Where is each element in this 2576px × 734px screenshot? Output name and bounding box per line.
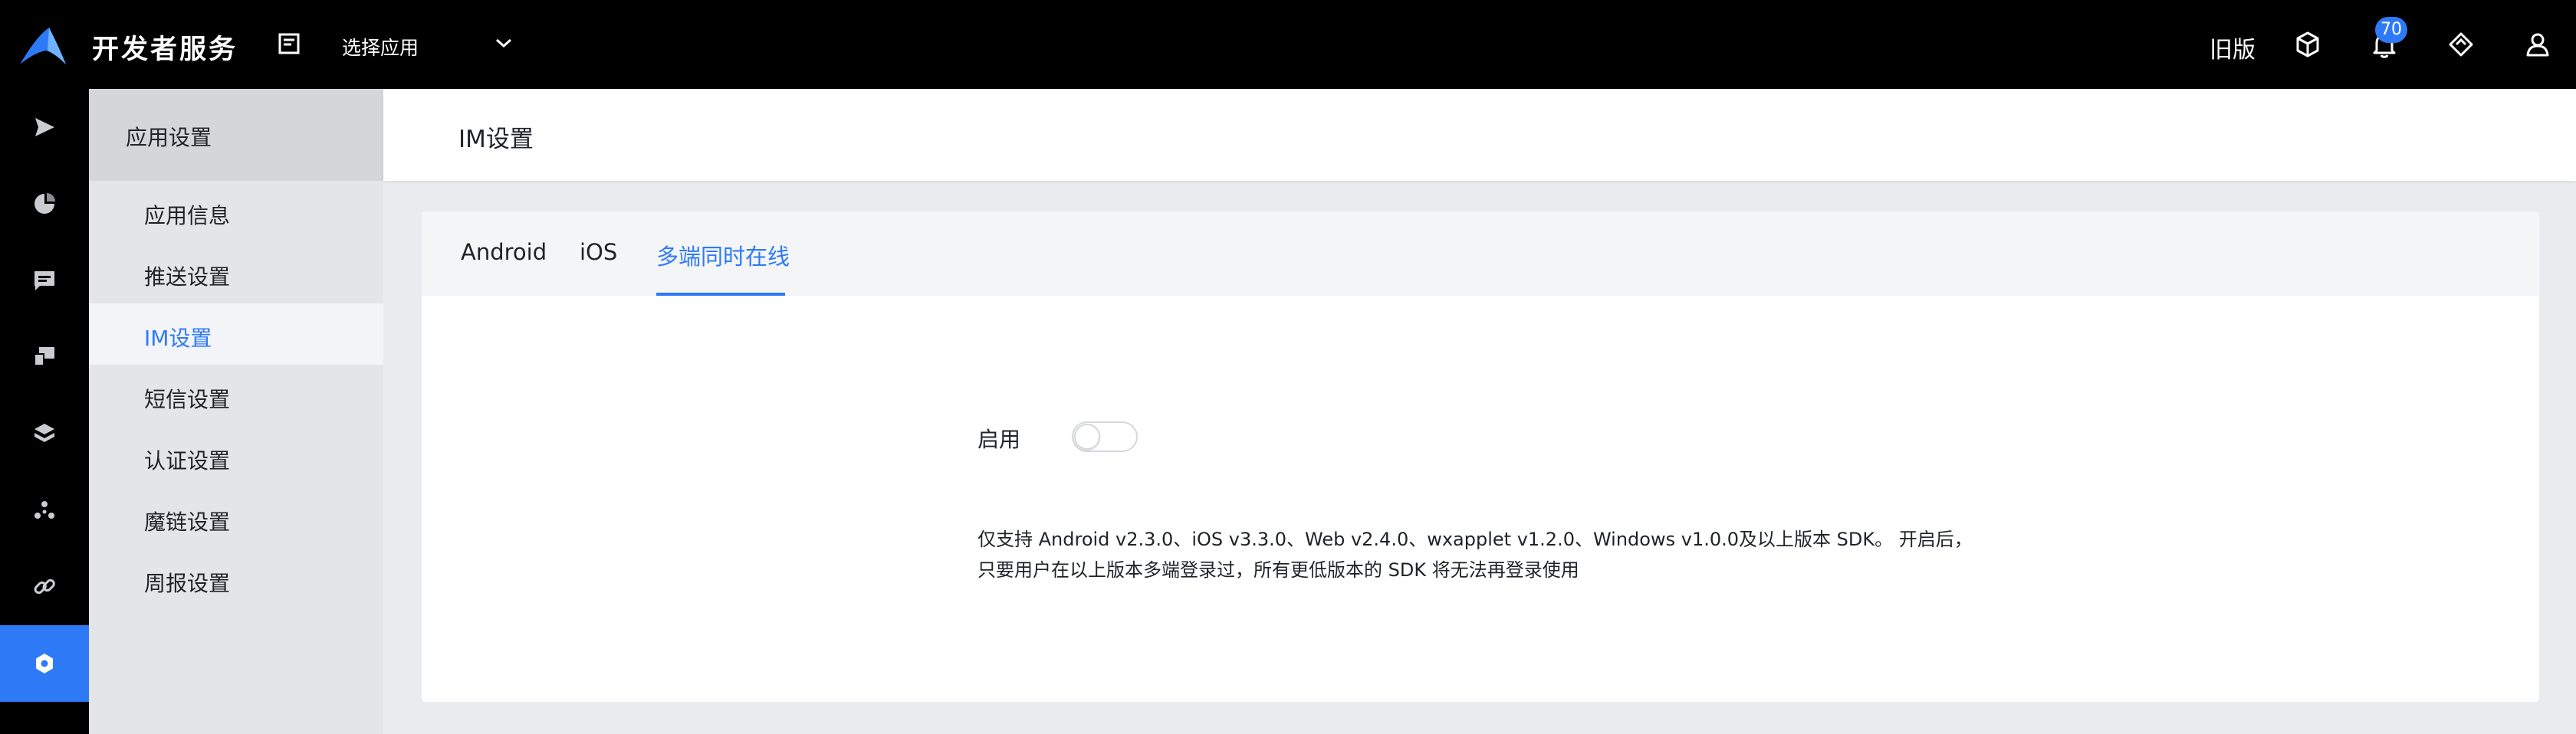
notification-badge: 70 — [2375, 17, 2407, 43]
active-tab-indicator — [656, 293, 785, 296]
layers-icon[interactable] — [0, 395, 89, 472]
chevron-down-icon[interactable] — [494, 35, 514, 51]
settings-card: Android iOS 多端同时在线 启用 仅支持 Android v2.3.0… — [422, 211, 2539, 702]
sidebar-item-sms-settings[interactable]: 短信设置 — [89, 365, 383, 426]
sidebar-item-im-settings[interactable]: IM设置 — [89, 303, 383, 365]
link-icon[interactable] — [0, 549, 89, 625]
sidebar-heading: 应用设置 — [89, 89, 383, 181]
settings-sidebar: 应用设置 应用信息 推送设置 IM设置 短信设置 认证设置 魔链设置 周报设置 — [89, 89, 383, 734]
tab-ios[interactable]: iOS — [580, 239, 617, 265]
user-icon[interactable] — [2522, 29, 2553, 60]
settings-icon[interactable] — [0, 625, 89, 702]
app-list-icon[interactable] — [278, 32, 301, 55]
page-title: IM设置 — [458, 126, 534, 153]
sidebar-item-push-settings[interactable]: 推送设置 — [89, 242, 383, 303]
page-header: IM设置 — [383, 89, 2576, 181]
diamond-icon[interactable] — [2446, 29, 2476, 60]
setting-description: 仅支持 Android v2.3.0、iOS v3.3.0、Web v2.4.0… — [978, 529, 1973, 581]
network-icon[interactable] — [0, 472, 89, 549]
cube-icon[interactable] — [2292, 29, 2323, 60]
tab-multi-device-online[interactable]: 多端同时在线 — [656, 239, 790, 271]
sidebar-item-weekly-report-settings[interactable]: 周报设置 — [89, 549, 383, 610]
left-nav — [0, 89, 89, 734]
logo-icon[interactable] — [18, 26, 67, 66]
app-select[interactable]: 选择应用 — [342, 33, 419, 61]
enable-label: 启用 — [978, 427, 1021, 452]
toggle-knob — [1074, 424, 1100, 450]
top-bar: 开发者服务 选择应用 旧版 70 — [0, 0, 2576, 89]
sidebar-item-magic-link-settings[interactable]: 魔链设置 — [89, 487, 383, 549]
enable-toggle[interactable] — [1072, 421, 1138, 452]
tab-bar: Android iOS 多端同时在线 — [422, 211, 2539, 296]
sidebar-item-app-info[interactable]: 应用信息 — [89, 181, 383, 242]
pie-chart-icon[interactable] — [0, 165, 89, 242]
brand-title: 开发者服务 — [92, 34, 238, 65]
old-version-link[interactable]: 旧版 — [2210, 31, 2256, 64]
tab-android[interactable]: Android — [461, 239, 547, 265]
message-icon[interactable] — [0, 242, 89, 319]
devices-icon[interactable] — [0, 319, 89, 395]
send-icon[interactable] — [0, 89, 89, 165]
sidebar-item-auth-settings[interactable]: 认证设置 — [89, 426, 383, 487]
